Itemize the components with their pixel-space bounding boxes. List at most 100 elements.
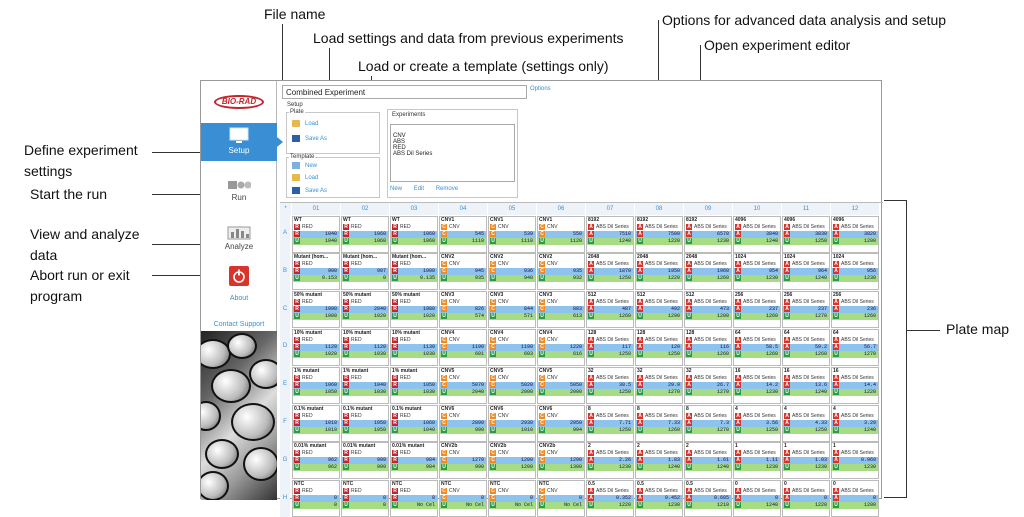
- column-header[interactable]: 01: [292, 203, 341, 215]
- column-header[interactable]: 06: [537, 203, 586, 215]
- plate-well[interactable]: 50% mutant R RED R 1980 U 1020: [390, 291, 438, 329]
- row-header[interactable]: E: [280, 366, 290, 404]
- row-header[interactable]: F: [280, 404, 290, 442]
- plate-well[interactable]: CNV1 C CNV C 539 U 1110: [488, 215, 536, 253]
- plate-well[interactable]: 50% mutant R RED R 2040 U 1020: [341, 291, 389, 329]
- plate-well[interactable]: 1% mutant R RED R 1040 U 1030: [341, 366, 389, 404]
- plate-well[interactable]: 1024 A ABS Dil Series A 954 U 1230: [733, 253, 781, 291]
- plate-well[interactable]: 1024 A ABS Dil Series A 956 U 1230: [831, 253, 879, 291]
- plate-well[interactable]: CNV2 C CNV C 945 U 935: [439, 253, 487, 291]
- plate-well[interactable]: 1 A ABS Dil Series A 1.03 U 1230: [782, 442, 830, 480]
- plate-well[interactable]: NTC C CNV C 0 U No Cel: [439, 480, 487, 517]
- row-header[interactable]: C: [280, 290, 290, 329]
- plate-well[interactable]: 1024 A ABS Dil Series A 964 U 1240: [782, 253, 830, 291]
- plate-well[interactable]: 64 A ABS Dil Series A 56.7 U 1270: [831, 328, 879, 366]
- plate-well[interactable]: CNV5 C CNV C 5020 U 2000: [488, 366, 536, 404]
- plate-well[interactable]: 1% mutant R RED R 1060 U 1050: [292, 366, 340, 404]
- plate-well[interactable]: CNV2b C CNV C 1270 U 990: [439, 442, 487, 480]
- plate-well[interactable]: 64 A ABS Dil Series A 58.5 U 1260: [733, 328, 781, 366]
- column-header[interactable]: 08: [635, 203, 684, 215]
- plate-well[interactable]: 4 A ABS Dil Series A 3.56 U 1250: [733, 404, 781, 442]
- plate-well[interactable]: 0.5 A ABS Dil Series A 0.352 U 1220: [586, 480, 634, 517]
- plate-well[interactable]: 4 A ABS Dil Series A 3.29 U 1240: [831, 404, 879, 442]
- plate-well[interactable]: 2 A ABS Dil Series A 1.83 U 1240: [635, 442, 683, 480]
- row-header[interactable]: B: [280, 252, 290, 291]
- column-header[interactable]: 09: [684, 203, 733, 215]
- plate-well[interactable]: 16 A ABS Dil Series A 14.2 U 1230: [733, 366, 781, 404]
- plate-well[interactable]: 0.1% mutant R RED R 1060 U 1040: [390, 404, 438, 442]
- plate-well[interactable]: 4096 A ABS Dil Series A 3840 U 1240: [733, 215, 781, 253]
- plate-well[interactable]: NTC R RED R 0 U No Cel: [390, 480, 438, 517]
- plate-well[interactable]: 8 A ABS Dil Series A 7.33 U 1260: [635, 404, 683, 442]
- plate-well[interactable]: CNV1 C CNV C 550 U 1120: [537, 215, 585, 253]
- plate-well[interactable]: CNV3 C CNV C 883 U 613: [537, 291, 585, 329]
- column-header[interactable]: 02: [341, 203, 390, 215]
- row-header[interactable]: G: [280, 441, 290, 480]
- new-experiment-button[interactable]: New: [390, 186, 402, 192]
- plate-well[interactable]: 32 A ABS Dil Series A 29.9 U 1270: [635, 366, 683, 404]
- plate-well[interactable]: Mutant (hom... R RED R 900 U 0.153: [292, 253, 340, 291]
- edit-experiment-button[interactable]: Edit: [414, 186, 424, 192]
- plate-well[interactable]: 64 A ABS Dil Series A 59.2 U 1260: [782, 328, 830, 366]
- plate-well[interactable]: CNV5 C CNV C 5070 U 2040: [439, 366, 487, 404]
- column-header[interactable]: 11: [782, 203, 831, 215]
- column-header[interactable]: 12: [831, 203, 880, 215]
- plate-save-as-button[interactable]: Save As: [292, 135, 327, 142]
- experiment-name-field[interactable]: Combined Experiment: [282, 85, 527, 99]
- remove-experiment-button[interactable]: Remove: [436, 186, 458, 192]
- nav-analyze-button[interactable]: Analyze: [201, 223, 277, 261]
- plate-well[interactable]: 10% mutant R RED R 1130 U 1030: [390, 328, 438, 366]
- plate-well[interactable]: 8192 A ABS Dil Series A 7510 U 1240: [586, 215, 634, 253]
- plate-well[interactable]: CNV6 C CNV C 2930 U 1010: [488, 404, 536, 442]
- plate-load-button[interactable]: Load: [292, 120, 318, 127]
- column-header[interactable]: 04: [439, 203, 488, 215]
- plate-well[interactable]: 8192 A ABS Dil Series A 6570 U 1230: [684, 215, 732, 253]
- plate-well[interactable]: 128 A ABS Dil Series A 117 U 1250: [586, 328, 634, 366]
- plate-well[interactable]: 2048 A ABS Dil Series A 1960 U 1260: [684, 253, 732, 291]
- plate-well[interactable]: CNV6 C CNV C 2890 U 990: [439, 404, 487, 442]
- plate-well[interactable]: 512 A ABS Dil Series A 487 U 1260: [586, 291, 634, 329]
- plate-well[interactable]: 256 A ABS Dil Series A 236 U 1260: [831, 291, 879, 329]
- column-header[interactable]: 05: [488, 203, 537, 215]
- plate-well[interactable]: CNV2 C CNV C 935 U 932: [537, 253, 585, 291]
- options-link[interactable]: Options: [530, 86, 551, 92]
- plate-well[interactable]: Mutant (hom... R RED R 1000 U 0.135: [390, 253, 438, 291]
- template-load-button[interactable]: Load: [292, 174, 318, 181]
- plate-well[interactable]: CNV2b C CNV C 1290 U 1300: [537, 442, 585, 480]
- plate-well[interactable]: 0.01% mutant R RED R 999 U 999: [341, 442, 389, 480]
- plate-well[interactable]: 32 A ABS Dil Series A 30.5 U 1250: [586, 366, 634, 404]
- plate-well[interactable]: 0 A ABS Dil Series A 0 U 1220: [782, 480, 830, 517]
- template-new-button[interactable]: New: [292, 162, 317, 169]
- contact-support-link[interactable]: Contact Support: [201, 321, 277, 328]
- row-header[interactable]: A: [280, 215, 290, 253]
- row-header[interactable]: H: [280, 479, 290, 517]
- plate-well[interactable]: 8192 A ABS Dil Series A 7500 U 1220: [635, 215, 683, 253]
- plate-well[interactable]: 1 A ABS Dil Series A 1.11 U 1230: [733, 442, 781, 480]
- plate-well[interactable]: CNV5 C CNV C 5050 U 2000: [537, 366, 585, 404]
- plate-well[interactable]: 128 A ABS Dil Series A 116 U 1260: [684, 328, 732, 366]
- plate-well[interactable]: CNV2 C CNV C 936 U 940: [488, 253, 536, 291]
- nav-run-button[interactable]: Run: [201, 176, 277, 214]
- plate-well[interactable]: NTC R RED R 0 U 0: [292, 480, 340, 517]
- plate-well[interactable]: CNV3 C CNV C 826 U 574: [439, 291, 487, 329]
- plate-well[interactable]: WT R RED R 1040 U 1040: [292, 215, 340, 253]
- exit-button[interactable]: [201, 263, 277, 287]
- plate-well[interactable]: CNV6 C CNV C 2950 U 994: [537, 404, 585, 442]
- plate-well[interactable]: 32 A ABS Dil Series A 26.7 U 1270: [684, 366, 732, 404]
- plate-well[interactable]: 10% mutant R RED R 1120 U 1030: [341, 328, 389, 366]
- nav-setup-button[interactable]: Setup: [201, 123, 283, 161]
- plate-well[interactable]: 16 A ABS Dil Series A 14.4 U 1220: [831, 366, 879, 404]
- plate-well[interactable]: 0 A ABS Dil Series A 0 U 1200: [831, 480, 879, 517]
- plate-well[interactable]: 2048 A ABS Dil Series A 1870 U 1250: [586, 253, 634, 291]
- plate-well[interactable]: 4096 A ABS Dil Series A 3830 U 1250: [782, 215, 830, 253]
- experiments-list[interactable]: CNV ABS RED ABS Dil Series: [390, 124, 515, 182]
- plate-well[interactable]: 512 A ABS Dil Series A 473 U 1200: [684, 291, 732, 329]
- plate-well[interactable]: 512 A ABS Dil Series A 492 U 1290: [635, 291, 683, 329]
- plate-well[interactable]: 0.1% mutant R RED R 1050 U 1050: [341, 404, 389, 442]
- plate-well[interactable]: 8 A ABS Dil Series A 7.71 U 1250: [586, 404, 634, 442]
- plate-well[interactable]: 8 A ABS Dil Series A 7.3 U 1270: [684, 404, 732, 442]
- template-save-as-button[interactable]: Save As: [292, 187, 327, 194]
- plate-well[interactable]: 2048 A ABS Dil Series A 1950 U 1220: [635, 253, 683, 291]
- plate-well[interactable]: NTC R RED R 0 U 0: [341, 480, 389, 517]
- plate-well[interactable]: CNV4 C CNV C 1220 U 616: [537, 328, 585, 366]
